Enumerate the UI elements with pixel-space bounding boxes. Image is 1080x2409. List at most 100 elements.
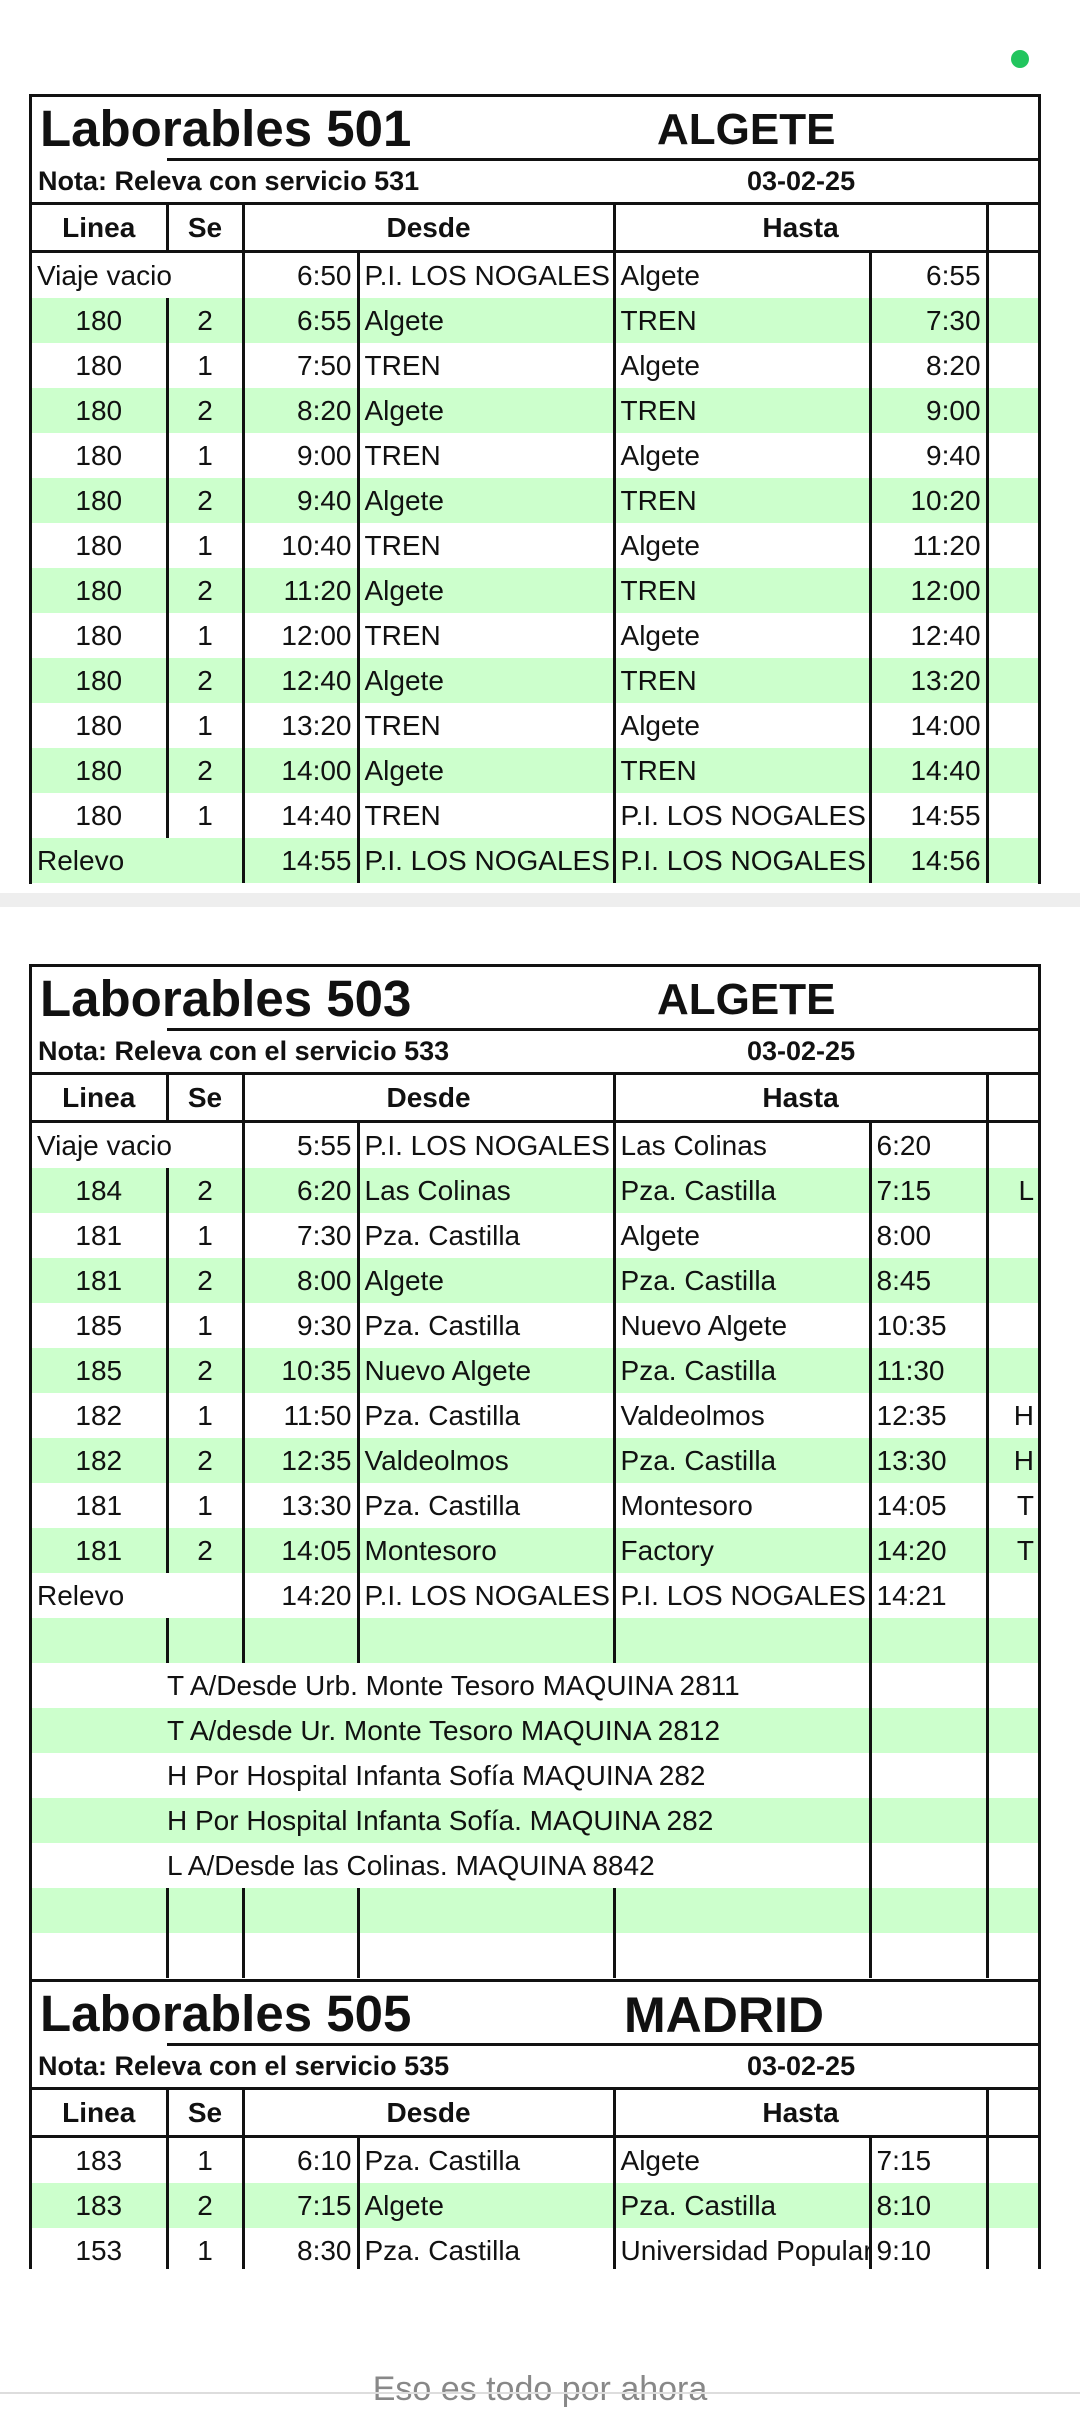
cell-hora-llegada: 10:35 — [868, 1303, 989, 1348]
empty-cell — [32, 1708, 167, 1753]
empty-cell — [243, 1933, 360, 1978]
cell-hora-llegada: 14:20 — [868, 1528, 989, 1573]
empty-cell — [243, 1888, 360, 1933]
sheet-note-row: Nota: Releva con servicio 531 03-02-25 — [32, 161, 1038, 205]
cell-hasta: TREN — [614, 298, 871, 343]
legend-row: H Por Hospital Infanta Sofía MAQUINA 282 — [32, 1753, 1038, 1798]
table-row: 181 1 7:30 Pza. Castilla Algete 8:00 — [32, 1213, 1038, 1258]
header-desde: Desde — [243, 2090, 616, 2138]
cell-linea: Relevo — [32, 838, 245, 883]
cell-linea: Relevo — [32, 1573, 245, 1618]
cell-hora-llegada: 7:30 — [868, 298, 989, 343]
footer-message: Eso es todo por ahora — [372, 2370, 708, 2408]
cell-linea: 182 — [32, 1438, 169, 1483]
legend-row: T A/Desde Urb. Monte Tesoro MAQUINA 2811 — [32, 1663, 1038, 1708]
cell-desde: P.I. LOS NOGALES — [358, 1573, 616, 1618]
sheet-title: Laborables 505 — [40, 1985, 412, 2042]
cell-hasta: Pza. Castilla — [614, 2183, 871, 2228]
sheet-title-row: Laborables 501 ALGETE — [32, 97, 1038, 161]
cell-hora-salida: 10:35 — [243, 1348, 360, 1393]
sheet-note: Nota: Releva con el servicio 535 — [38, 2051, 450, 2081]
sheet-place: ALGETE — [657, 975, 836, 1024]
cell-hora-salida: 14:05 — [243, 1528, 360, 1573]
empty-cell — [614, 1933, 870, 1978]
header-desde: Desde — [243, 1075, 616, 1123]
empty-cell — [868, 1708, 989, 1753]
cell-linea: 181 — [32, 1528, 169, 1573]
legend-note: L A/Desde las Colinas. MAQUINA 8842 — [167, 1850, 655, 1881]
cell-linea: 181 — [32, 1483, 169, 1528]
footer-divider — [0, 2392, 1080, 2394]
cell-se: 1 — [167, 343, 245, 388]
cell-hora-salida: 11:50 — [243, 1393, 360, 1438]
cell-linea: 180 — [32, 433, 169, 478]
empty-cell — [987, 1798, 1038, 1843]
table-row: Relevo 14:55 P.I. LOS NOGALES P.I. LOS NOGA… — [32, 838, 1038, 883]
cell-marca — [987, 568, 1038, 613]
cell-linea: 184 — [32, 1168, 169, 1213]
header-hasta: Hasta — [614, 205, 989, 253]
cell-hasta: Algete — [620, 260, 700, 291]
empty-cell — [32, 1663, 167, 1708]
table-row: 185 1 9:30 Pza. Castilla Nuevo Algete 10:35 — [32, 1303, 1038, 1348]
cell-hasta: Algete — [620, 620, 700, 651]
cell-hora-salida: 6:50 — [243, 251, 360, 298]
cell-hora-llegada: 11:20 — [868, 523, 989, 568]
cell-desde: TREN — [358, 523, 616, 568]
cell-hasta: Pza. Castilla — [614, 1348, 871, 1393]
cell-desde: P.I. LOS NOGALES — [358, 1121, 616, 1168]
cell-hora-llegada: 7:15 — [868, 1168, 989, 1213]
empty-cell — [32, 1843, 167, 1888]
cell-hora-llegada: 10:20 — [868, 478, 989, 523]
cell-hasta: Algete — [620, 350, 700, 381]
cell-desde: TREN — [358, 613, 616, 658]
cell-hora-salida: 12:40 — [243, 658, 360, 703]
cell-desde: TREN — [358, 343, 616, 388]
cell-hora-salida: 12:00 — [243, 613, 360, 658]
cell-se: 2 — [167, 1348, 245, 1393]
table-body: Viaje vacio 6:50 P.I. LOS NOGALES Algete 6:5… — [32, 251, 1038, 883]
schedule-table: Linea Se Desde Hasta Viaje vacio 6:50 P.I.… — [32, 205, 1038, 883]
cell-hasta: Montesoro — [620, 1490, 753, 1521]
cell-marca — [987, 298, 1038, 343]
cell-marca — [987, 1303, 1038, 1348]
table-row: 182 1 11:50 Pza. Castilla Valdeolmos 12:35 H — [32, 1393, 1038, 1438]
cell-se: 2 — [167, 748, 245, 793]
header-linea: Linea — [32, 1075, 169, 1123]
cell-hora-salida: 8:00 — [243, 1258, 360, 1303]
schedule-sheet-503: Laborables 503 ALGETE Nota: Releva con e… — [29, 964, 1041, 1979]
table-row: 180 1 14:40 TREN P.I. LOS NOGALES 14:55 — [32, 793, 1038, 838]
cell-hora-llegada: 13:30 — [868, 1438, 989, 1483]
table-body: 183 1 6:10 Pza. Castilla Algete 7:15 183 2 7:15 A… — [32, 2136, 1038, 2269]
sheet-title: Laborables 501 — [40, 100, 412, 157]
cell-marca — [987, 2183, 1038, 2228]
cell-se: 1 — [167, 703, 245, 748]
header-desde: Desde — [243, 205, 616, 253]
cell-hora-salida: 9:40 — [243, 478, 360, 523]
cell-hora-llegada: 9:40 — [868, 433, 989, 478]
sheet-date: 03-02-25 — [747, 166, 856, 196]
cell-marca — [987, 1573, 1038, 1618]
sheet-note: Nota: Releva con el servicio 533 — [38, 1036, 450, 1066]
cell-hora-salida: 8:30 — [243, 2228, 360, 2269]
cell-desde: TREN — [358, 703, 616, 748]
cell-marca — [987, 478, 1038, 523]
cell-hasta: TREN — [614, 478, 871, 523]
cell-marca — [987, 388, 1038, 433]
sheet-title: Laborables 503 — [40, 970, 412, 1027]
table-row-spacer — [32, 1888, 1038, 1933]
cell-hora-llegada: 7:15 — [868, 2136, 989, 2183]
empty-cell — [32, 1618, 169, 1663]
header-hasta: Hasta — [614, 1075, 989, 1123]
cell-marca — [987, 703, 1038, 748]
cell-se: 2 — [167, 298, 245, 343]
cell-hora-salida: 8:20 — [243, 388, 360, 433]
cell-hora-llegada: 9:00 — [868, 388, 989, 433]
cell-hasta: Las Colinas — [620, 1130, 767, 1161]
cell-hasta: Universidad Popular — [620, 2235, 871, 2266]
empty-cell — [167, 1933, 245, 1978]
cell-hora-salida: 7:30 — [243, 1213, 360, 1258]
cell-hasta: Algete — [620, 710, 700, 741]
table-row: Viaje vacio 6:50 P.I. LOS NOGALES Algete 6:5… — [32, 251, 1038, 298]
cell-hora-salida: 14:40 — [243, 793, 360, 838]
